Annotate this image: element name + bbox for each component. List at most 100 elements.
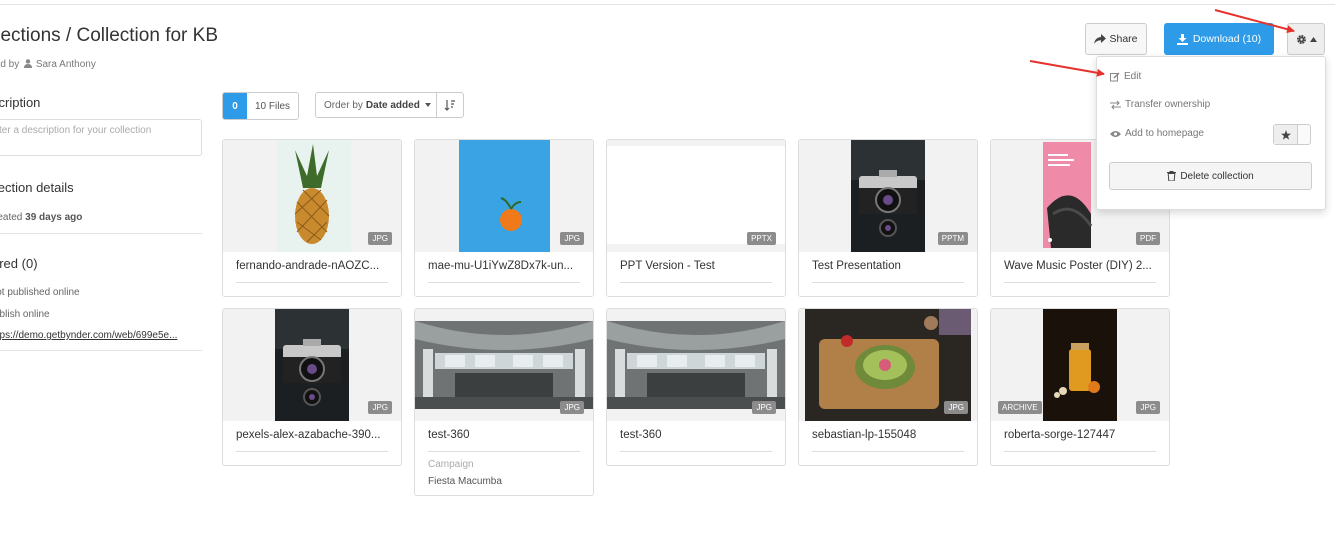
asset-card[interactable]: JPG test-360 bbox=[606, 308, 786, 466]
share-label: Share bbox=[1109, 33, 1138, 45]
asset-card[interactable]: PPTM Test Presentation bbox=[798, 139, 978, 297]
file-type-badge: JPG bbox=[368, 232, 392, 245]
asset-name[interactable]: mae-mu-U1iYwZ8Dx7k-un... bbox=[428, 260, 580, 272]
card-divider bbox=[236, 451, 388, 452]
card-divider bbox=[428, 282, 580, 283]
share-icon bbox=[1094, 34, 1107, 44]
asset-thumbnail[interactable]: PPTM bbox=[799, 140, 977, 252]
caret-up-icon bbox=[1309, 36, 1317, 42]
eye-icon bbox=[1110, 130, 1121, 137]
delete-collection-button[interactable]: Delete collection bbox=[1109, 162, 1312, 190]
selection-toggle[interactable]: 0 10 Files bbox=[222, 92, 300, 120]
sort-icon bbox=[444, 100, 455, 111]
order-by-label: Order by bbox=[324, 99, 363, 111]
asset-thumbnail[interactable]: JPG bbox=[415, 140, 593, 252]
asset-thumbnail[interactable]: PPTX bbox=[607, 140, 785, 252]
asset-name[interactable]: test-360 bbox=[428, 429, 580, 441]
file-type-badge: JPG bbox=[368, 401, 392, 414]
file-type-badge: JPG bbox=[560, 232, 584, 245]
download-button[interactable]: Download (10) bbox=[1164, 23, 1274, 55]
metaproperty-label: Campaign bbox=[428, 459, 474, 470]
file-type-badge: JPG bbox=[752, 401, 776, 414]
card-divider bbox=[428, 451, 580, 452]
top-border bbox=[0, 0, 1335, 5]
file-type-badge: JPG bbox=[560, 401, 584, 414]
download-label: Download (10) bbox=[1192, 33, 1262, 45]
toggle-knob bbox=[1274, 125, 1298, 144]
asset-card[interactable]: JPG mae-mu-U1iYwZ8Dx7k-un... bbox=[414, 139, 594, 297]
menu-item-edit[interactable]: Edit bbox=[1110, 71, 1141, 82]
asset-name[interactable]: Wave Music Poster (DIY) 2... bbox=[1004, 260, 1156, 272]
asset-thumbnail[interactable]: JPG bbox=[607, 309, 785, 421]
metaproperty-value: Fiesta Macumba bbox=[428, 476, 502, 487]
card-divider bbox=[236, 282, 388, 283]
order-by-value: Date added bbox=[365, 99, 420, 111]
transfer-icon bbox=[1110, 100, 1121, 109]
created-info: reated 39 days ago bbox=[0, 212, 82, 223]
divider bbox=[0, 233, 202, 234]
menu-item-transfer[interactable]: Transfer ownership bbox=[1110, 99, 1210, 110]
asset-thumbnail[interactable]: JPG ARCHIVE bbox=[991, 309, 1169, 421]
asset-name[interactable]: Test Presentation bbox=[812, 260, 964, 272]
menu-item-add-homepage[interactable]: Add to homepage bbox=[1110, 128, 1204, 139]
sort-direction-button[interactable] bbox=[436, 92, 464, 118]
asset-name[interactable]: fernando-andrade-nAOZC... bbox=[236, 260, 388, 272]
menu-item-edit-label: Edit bbox=[1124, 71, 1142, 82]
caret-down-icon bbox=[424, 103, 431, 107]
created-by-user[interactable]: Sara Anthony bbox=[36, 59, 96, 70]
file-type-badge: PDF bbox=[1136, 232, 1160, 245]
public-url-link[interactable]: ttps://demo.getbynder.com/web/699e5e... bbox=[0, 330, 177, 341]
description-heading: scription bbox=[0, 95, 41, 110]
asset-name[interactable]: sebastian-lp-155048 bbox=[812, 429, 964, 441]
asset-card[interactable]: JPG test-360 Campaign Fiesta Macumba bbox=[414, 308, 594, 496]
gear-icon bbox=[1296, 34, 1306, 44]
user-icon bbox=[24, 59, 33, 68]
homepage-toggle[interactable] bbox=[1273, 124, 1311, 145]
file-type-badge: JPG bbox=[944, 401, 968, 414]
menu-item-add-homepage-label: Add to homepage bbox=[1125, 128, 1204, 139]
description-input[interactable]: ter a description for your collection bbox=[0, 119, 202, 156]
file-type-badge: JPG bbox=[1136, 401, 1160, 414]
card-divider bbox=[620, 282, 772, 283]
card-divider bbox=[812, 451, 964, 452]
edit-icon bbox=[1110, 71, 1120, 81]
asset-card[interactable]: PPTX PPT Version - Test bbox=[606, 139, 786, 297]
asset-name[interactable]: pexels-alex-azabache-390... bbox=[236, 429, 388, 441]
card-divider bbox=[1004, 282, 1156, 283]
publish-online-option[interactable]: ublish online bbox=[0, 309, 50, 320]
asset-thumbnail[interactable]: JPG bbox=[799, 309, 977, 421]
file-type-badge: PPTX bbox=[747, 232, 776, 245]
card-divider bbox=[812, 282, 964, 283]
files-count[interactable]: 10 Files bbox=[247, 93, 299, 119]
delete-collection-label: Delete collection bbox=[1180, 170, 1254, 182]
shared-heading: ared (0) bbox=[0, 256, 38, 271]
asset-card[interactable]: JPG sebastian-lp-155048 bbox=[798, 308, 978, 466]
asset-thumbnail[interactable]: JPG bbox=[223, 309, 401, 421]
created-value: 39 days ago bbox=[25, 212, 83, 223]
created-by: ted by Sara Anthony bbox=[0, 59, 96, 70]
archive-badge: ARCHIVE bbox=[998, 401, 1042, 414]
card-divider bbox=[620, 451, 772, 452]
asset-name[interactable]: test-360 bbox=[620, 429, 772, 441]
selected-count[interactable]: 0 bbox=[223, 93, 247, 119]
share-button[interactable]: Share bbox=[1085, 23, 1147, 55]
divider bbox=[0, 350, 202, 351]
not-published-status: lot published online bbox=[0, 287, 80, 298]
details-heading: llection details bbox=[0, 180, 74, 195]
asset-card[interactable]: JPG ARCHIVE roberta-sorge-127447 bbox=[990, 308, 1170, 466]
trash-icon bbox=[1167, 171, 1177, 181]
asset-card[interactable]: JPG fernando-andrade-nAOZC... bbox=[222, 139, 402, 297]
asset-thumbnail[interactable]: JPG bbox=[415, 309, 593, 421]
download-icon bbox=[1176, 33, 1188, 45]
settings-dropdown: Edit Transfer ownership Add to homepage … bbox=[1096, 56, 1326, 210]
created-prefix: reated bbox=[0, 212, 23, 223]
asset-thumbnail[interactable]: JPG bbox=[223, 140, 401, 252]
settings-menu-button[interactable] bbox=[1287, 23, 1325, 55]
menu-item-transfer-label: Transfer ownership bbox=[1125, 99, 1211, 110]
page-title: llections / Collection for KB bbox=[0, 25, 218, 46]
asset-card[interactable]: JPG pexels-alex-azabache-390... bbox=[222, 308, 402, 466]
asset-name[interactable]: roberta-sorge-127447 bbox=[1004, 429, 1156, 441]
created-by-prefix: ted by bbox=[0, 59, 20, 70]
order-by-dropdown[interactable]: Order by Date added bbox=[315, 92, 437, 118]
asset-name[interactable]: PPT Version - Test bbox=[620, 260, 772, 272]
